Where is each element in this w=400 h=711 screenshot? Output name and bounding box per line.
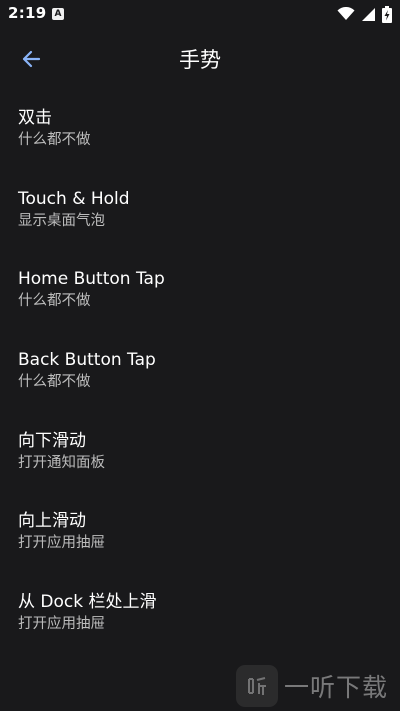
setting-double-tap[interactable]: 双击 什么都不做	[0, 98, 400, 179]
setting-value: 显示桌面气泡	[18, 212, 105, 229]
setting-swipe-up[interactable]: 向上滑动 打开应用抽屉	[0, 501, 400, 582]
setting-value: 打开应用抽屉	[18, 535, 105, 552]
settings-list: 双击 什么都不做 Touch & Hold 显示桌面气泡 Home Button…	[0, 98, 400, 663]
setting-title: Touch & Hold	[18, 188, 130, 209]
wifi-icon	[337, 7, 355, 20]
setting-title: 从 Dock 栏处上滑	[18, 592, 157, 613]
status-bar: 2:19 A	[0, 0, 400, 28]
status-time: 2:19	[8, 4, 47, 22]
setting-value: 什么都不做	[18, 374, 91, 391]
setting-home-button-tap[interactable]: Home Button Tap 什么都不做	[0, 259, 400, 340]
setting-dock-swipe-up[interactable]: 从 Dock 栏处上滑 打开应用抽屉	[0, 582, 400, 663]
battery-charging-icon	[382, 5, 392, 23]
setting-value: 什么都不做	[18, 293, 91, 310]
setting-touch-hold[interactable]: Touch & Hold 显示桌面气泡	[0, 179, 400, 260]
setting-title: 双击	[18, 108, 52, 128]
signal-icon	[362, 7, 375, 21]
app-bar: 手势	[0, 30, 400, 86]
watermark: 一听下载	[236, 664, 396, 708]
setting-title: Home Button Tap	[18, 269, 165, 290]
setting-value: 什么都不做	[18, 132, 91, 148]
setting-swipe-down[interactable]: 向下滑动 打开通知面板	[0, 421, 400, 502]
setting-title: 向上滑动	[18, 511, 86, 532]
setting-back-button-tap[interactable]: Back Button Tap 什么都不做	[0, 340, 400, 421]
status-icons	[337, 5, 392, 23]
setting-value: 打开通知面板	[18, 454, 105, 471]
watermark-logo-icon	[236, 665, 278, 707]
setting-title: Back Button Tap	[18, 350, 156, 371]
setting-value: 打开应用抽屉	[18, 616, 105, 633]
page-title: 手势	[179, 48, 221, 72]
watermark-text: 一听下载	[284, 673, 389, 702]
notification-icon: A	[52, 8, 64, 20]
setting-title: 向下滑动	[18, 430, 86, 451]
